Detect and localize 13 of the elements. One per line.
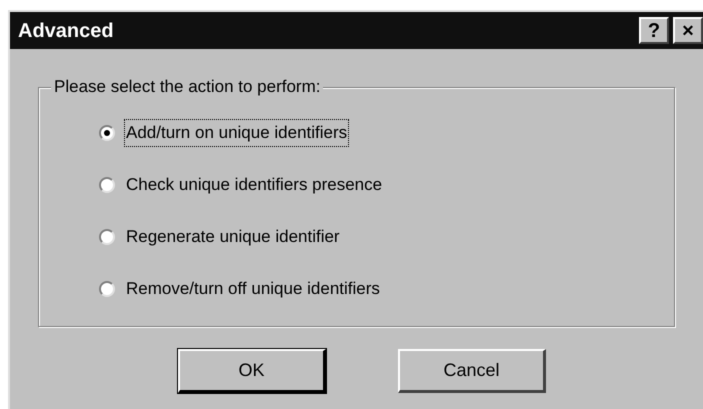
close-button[interactable]: ×	[673, 17, 703, 44]
ok-button[interactable]: OK	[178, 349, 326, 393]
radio-label[interactable]: Remove/turn off unique identifiers	[125, 276, 381, 302]
radio-button[interactable]	[99, 125, 115, 141]
radio-label[interactable]: Add/turn on unique identifiers	[125, 120, 348, 146]
radio-button[interactable]	[99, 281, 115, 297]
radio-label[interactable]: Regenerate unique identifier	[125, 224, 341, 250]
radio-button[interactable]	[99, 177, 115, 193]
radio-label[interactable]: Check unique identifiers presence	[125, 172, 384, 198]
radio-button[interactable]	[99, 229, 115, 245]
window-title: Advanced	[18, 18, 115, 44]
help-button[interactable]: ?	[639, 17, 669, 44]
cancel-button[interactable]: Cancel	[398, 349, 546, 393]
